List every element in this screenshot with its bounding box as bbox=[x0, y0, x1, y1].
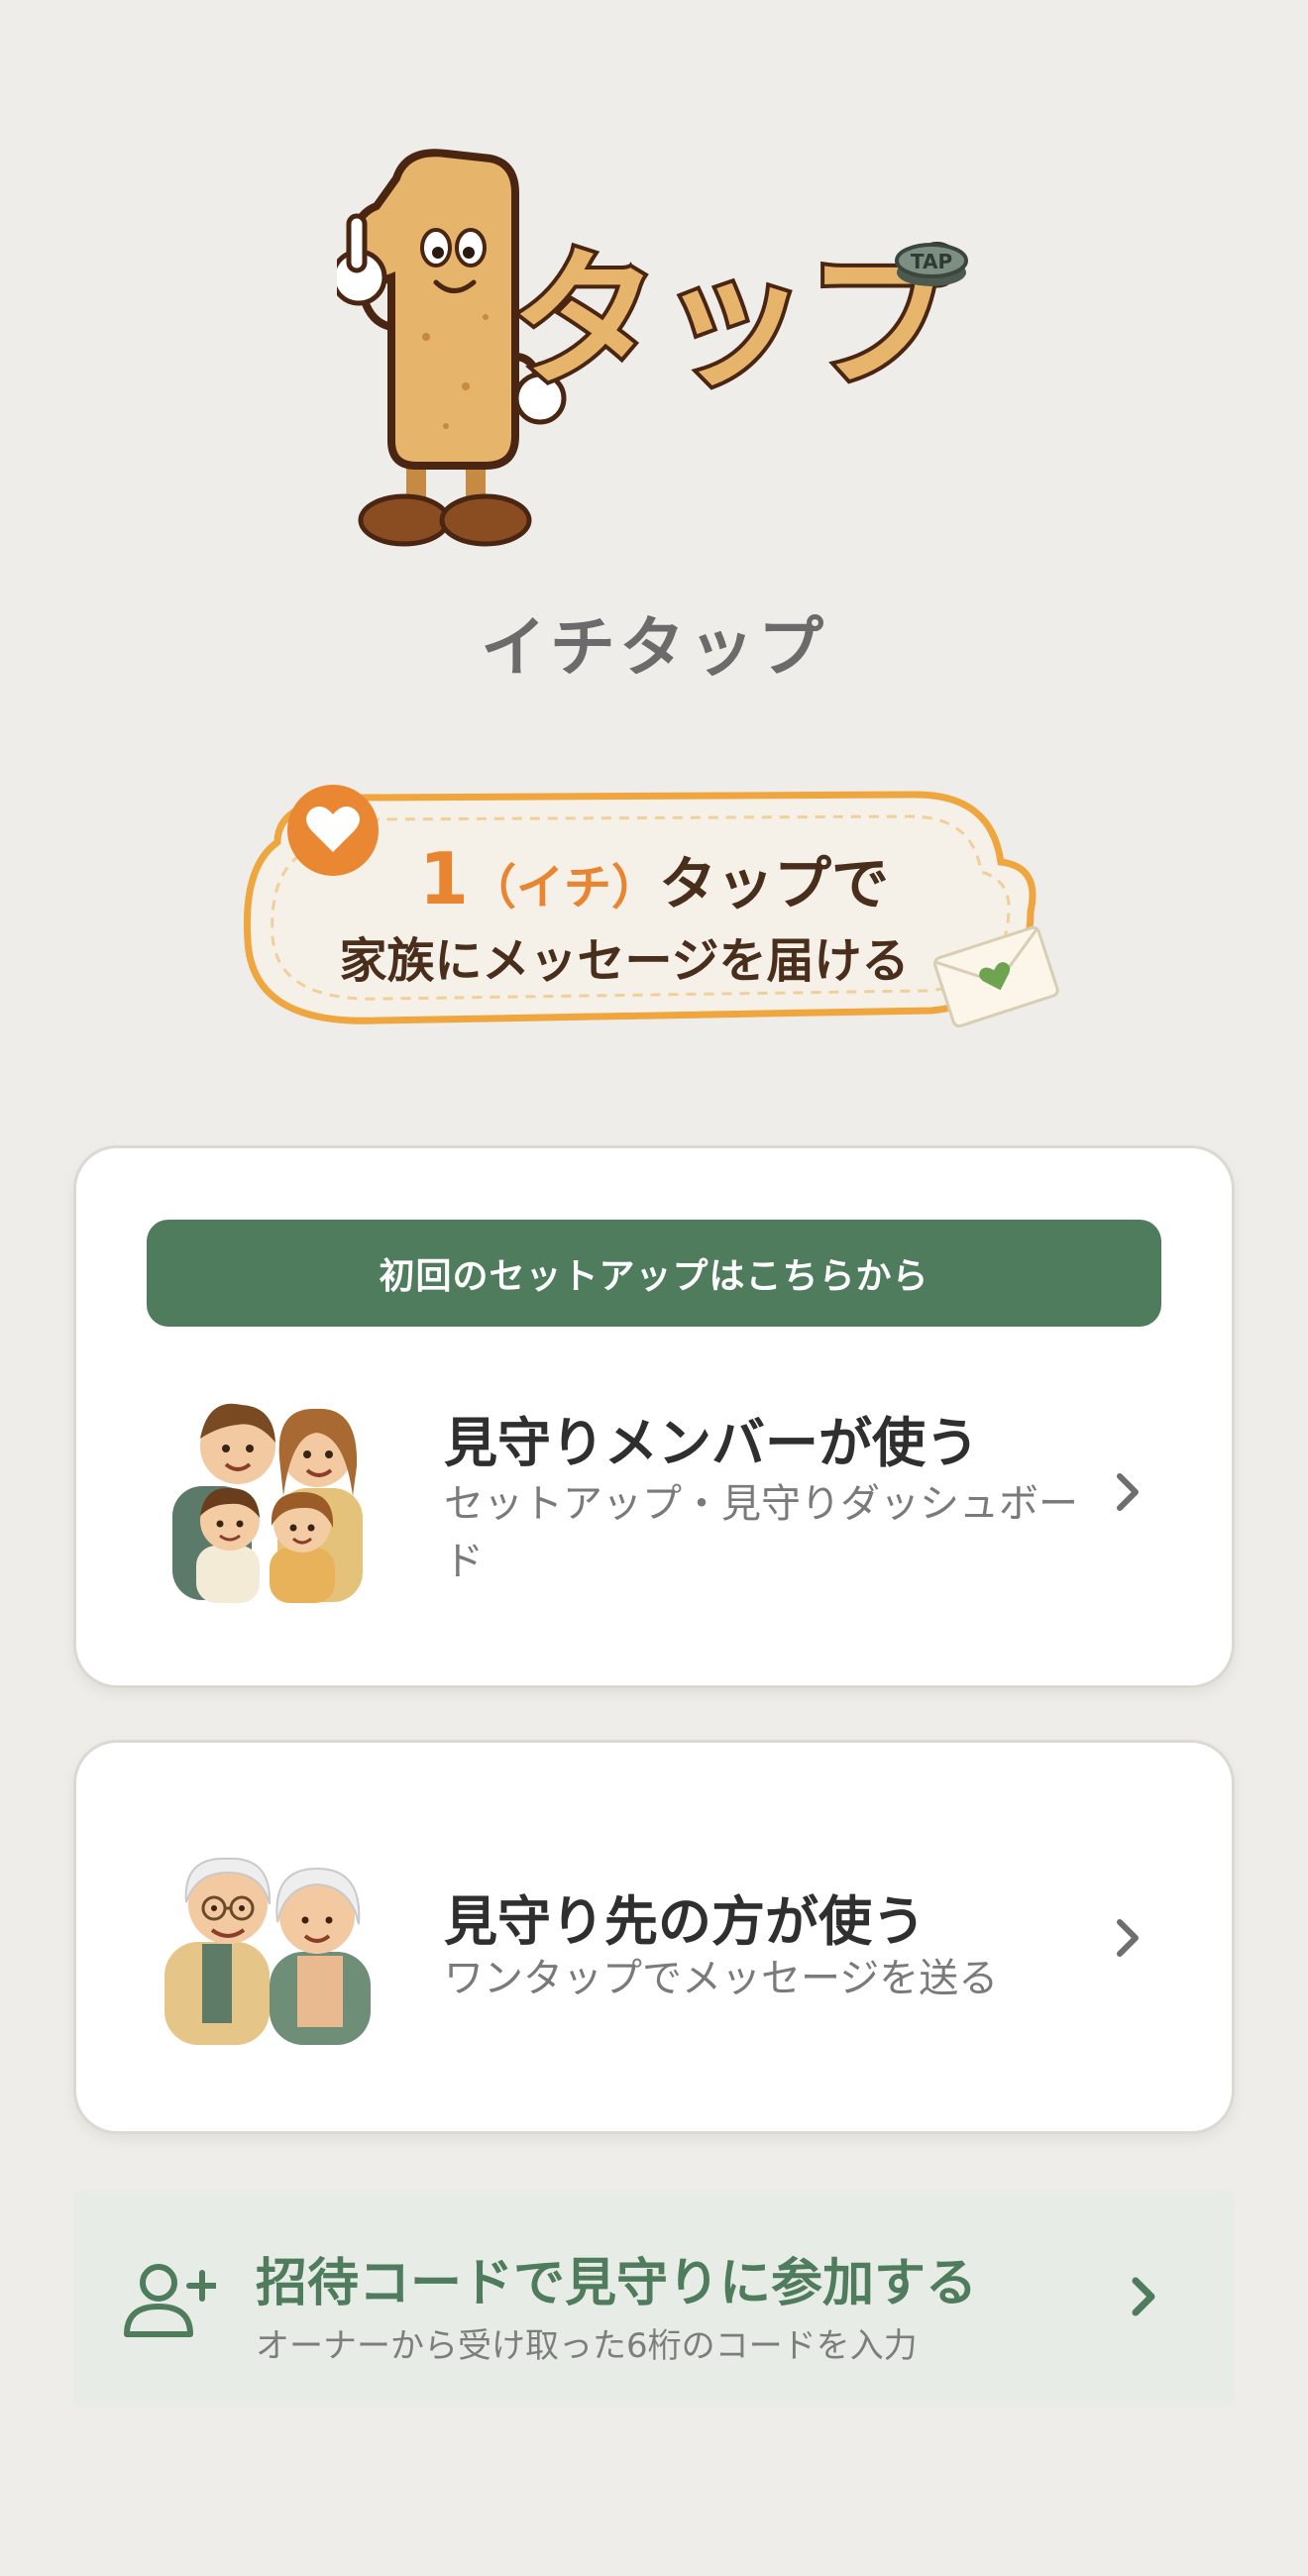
tagline-line1-rest: タップで bbox=[659, 850, 890, 917]
elder-card-title: 見守り先の方が使う bbox=[444, 1890, 926, 1953]
envelope-icon bbox=[931, 921, 1060, 1030]
chevron-right-icon bbox=[1108, 1908, 1147, 1968]
elder-card-subtitle: ワンタップでメッセージを送る bbox=[444, 1956, 999, 2001]
tagline-line1: 1（イチ）タップで bbox=[277, 837, 1031, 920]
app-logo: タップ TAP bbox=[330, 139, 981, 565]
family-illustration-icon bbox=[159, 1377, 377, 1605]
logo-wordmark: タップ bbox=[510, 235, 956, 407]
invite-subtitle: オーナーから受け取った6桁のコードを入力 bbox=[256, 2326, 918, 2366]
chevron-right-icon bbox=[1108, 1462, 1147, 1522]
logo-tap-button-text: TAP bbox=[911, 250, 952, 273]
tagline-line2: 家族にメッセージを届ける bbox=[339, 933, 910, 989]
tagline-reading: （イチ） bbox=[469, 860, 660, 915]
member-card-subtitle: セットアップ・見守りダッシュボード bbox=[444, 1481, 1078, 1584]
invite-title: 招待コードで見守りに参加する bbox=[256, 2254, 978, 2313]
tagline-number: 1 bbox=[418, 837, 470, 920]
chevron-right-icon bbox=[1124, 2267, 1163, 2326]
elderly-couple-illustration-icon bbox=[159, 1833, 377, 2046]
add-user-icon bbox=[121, 2261, 218, 2340]
app-name: イチタップ bbox=[481, 609, 827, 686]
setup-banner[interactable]: 初回のセットアップはこちらから bbox=[147, 1220, 1161, 1327]
member-card-title: 見守りメンバーが使う bbox=[444, 1412, 979, 1474]
